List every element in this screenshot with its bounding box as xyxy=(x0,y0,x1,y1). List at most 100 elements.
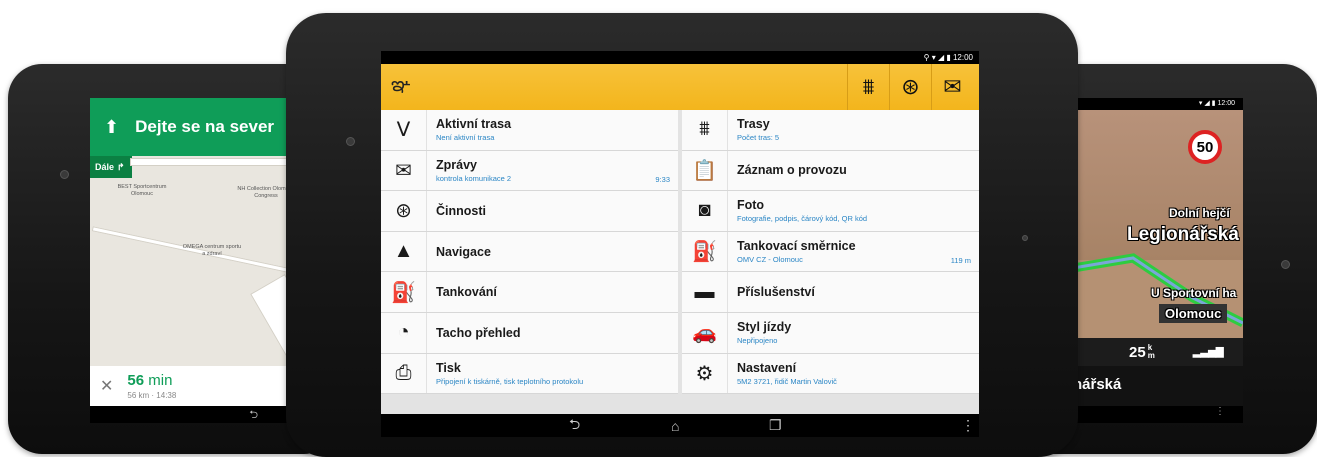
status-bar: ▾ ◢ ▮ 12:00 xyxy=(1073,98,1243,110)
close-icon[interactable]: ✕ xyxy=(100,376,113,396)
navigation-icon: ▲ xyxy=(381,231,427,272)
eta-unit: min xyxy=(148,372,173,389)
right-navigation-screen: ▾ ◢ ▮ 12:00 50 Dolní hejčí Legionářská U… xyxy=(1073,98,1243,423)
current-street: nářská xyxy=(1073,376,1122,393)
current-street-bar: nářská xyxy=(1073,366,1243,406)
turn-right-icon: ↱ xyxy=(117,161,125,172)
menu-item-title: Tacho přehled xyxy=(436,325,521,340)
menu-column-left: ⴸ Aktivní trasa Není aktivní trasa ✉ Zprá… xyxy=(381,110,678,414)
menu-item-photo[interactable]: ◙ Foto Fotografie, podpis, čárový kód, QR… xyxy=(682,191,979,232)
menu-item-meta: 119 m xyxy=(950,256,971,266)
menu-item-title: Nastavení xyxy=(737,360,797,375)
signal-icon: ▂▃▅▇ xyxy=(1192,346,1224,358)
system-nav-bar: ⮌ ⌂ ❐ ⋮ xyxy=(381,414,979,437)
menu-item-active-route[interactable]: ⴸ Aktivní trasa Není aktivní trasa xyxy=(381,110,678,151)
steering-wheel-icon: ⊛ xyxy=(901,74,920,99)
menu-icon[interactable]: ⋮ xyxy=(961,417,975,434)
distance-bar: 25 k m ▂▃▅▇ xyxy=(1073,338,1243,366)
home-icon[interactable]: ⌂ xyxy=(671,418,679,434)
menu-item-subtitle: 5M2 3721, řidič Martin Valovič xyxy=(737,376,837,386)
status-time: 12:00 xyxy=(1217,100,1235,107)
routes-icon: ⩩ xyxy=(862,74,875,99)
routes-action-button[interactable]: ⩩ xyxy=(847,64,889,110)
sensor-icon xyxy=(1022,235,1028,241)
map-poi-label: OMEGA centrum sportu a zdraví xyxy=(182,244,242,257)
next-label: Dále xyxy=(95,162,115,172)
route-icon: ⴸ xyxy=(381,110,427,150)
messages-icon: ✉ xyxy=(381,150,427,191)
distance-value: 25 xyxy=(1129,343,1146,361)
menu-item-title: Aktivní trasa xyxy=(436,117,512,132)
street-label: U Sportovní ha xyxy=(1151,286,1237,300)
speed-limit-sign: 50 xyxy=(1188,130,1222,164)
next-maneuver-chip[interactable]: Dále ↱ xyxy=(90,156,132,178)
menu-item-navigation[interactable]: ▲ Navigace xyxy=(381,231,678,273)
menu-column-right: ⩩ Trasy Počet tras: 5 📋 Záznam o provozu … xyxy=(682,110,979,414)
menu-item-title: Tankovací směrnice xyxy=(737,239,856,254)
menu-item-accessories[interactable]: ▬ Příslušenství xyxy=(682,272,979,313)
status-time: 12:00 xyxy=(952,53,973,62)
menu-item-title: Příslušenství xyxy=(737,285,815,300)
camera-icon: ◙ xyxy=(682,191,728,231)
app-logo-icon[interactable]: ఞ xyxy=(391,74,411,101)
eta-minutes: 56 xyxy=(127,372,145,389)
street-label: Dolní hejčí xyxy=(1169,206,1230,220)
recent-apps-icon[interactable]: ❐ xyxy=(769,417,782,434)
back-icon[interactable]: ⮌ xyxy=(569,414,580,438)
activities-action-button[interactable]: ⊛ xyxy=(889,64,931,110)
routes-icon: ⩩ xyxy=(682,110,728,150)
menu-grid: ⴸ Aktivní trasa Není aktivní trasa ✉ Zprá… xyxy=(381,110,979,414)
back-icon[interactable]: ⮌ xyxy=(249,409,258,421)
menu-item-subtitle: Počet tras: 5 xyxy=(737,133,780,143)
distance-unit-bottom: m xyxy=(1147,351,1155,360)
map-road xyxy=(130,158,298,166)
fuel-nozzle-icon: ⛽ xyxy=(381,272,427,312)
menu-item-subtitle: Fotografie, podpis, čárový kód, QR kód xyxy=(737,214,868,224)
menu-item-title: Trasy xyxy=(737,117,770,132)
status-icons: ⚲ ▾ ◢ ▮ xyxy=(923,53,953,62)
turn-instruction: Dejte se na sever xyxy=(135,117,275,136)
menu-item-routes[interactable]: ⩩ Trasy Počet tras: 5 xyxy=(682,110,979,151)
status-bar: ⚲ ▾ ◢ ▮ 12:00 xyxy=(381,51,979,64)
messages-action-button[interactable]: ✉ xyxy=(931,64,973,110)
turn-instruction-bar[interactable]: ⬆ Dejte se na sever xyxy=(90,98,298,156)
messages-icon: ✉ xyxy=(943,74,962,99)
menu-item-subtitle: Není aktivní trasa xyxy=(436,133,495,143)
arrow-up-icon: ⬆ xyxy=(104,116,120,137)
menu-item-title: Zprávy xyxy=(436,157,477,172)
left-maps-screen: ⬆ Dejte se na sever Dále ↱ BEST Sportcen… xyxy=(90,98,298,423)
fleet-app-screen: ⚲ ▾ ◢ ▮ 12:00 ఞ ⩩ ⊛ ✉ ⴸ Aktivní trasa Nen… xyxy=(381,51,979,437)
eta-details: 56 km · 14:38 xyxy=(127,391,177,400)
status-icons: ▾ ◢ ▮ xyxy=(1198,100,1218,107)
menu-item-subtitle: Nepřipojeno xyxy=(737,336,778,346)
menu-item-meta: 9:33 xyxy=(655,175,670,185)
city-label: Olomouc xyxy=(1159,304,1228,323)
menu-item-title: Záznam o provozu xyxy=(737,163,847,178)
menu-item-title: Foto xyxy=(737,198,765,213)
menu-item-title: Tankování xyxy=(436,285,497,300)
menu-item-tacho[interactable]: ◔ Tacho přehled xyxy=(381,312,678,354)
fuel-station-icon: ⛽ xyxy=(682,231,728,272)
menu-item-subtitle: kontrola komunikace 2 xyxy=(436,173,512,183)
camera-icon xyxy=(346,137,355,146)
menu-icon[interactable]: ⋮ xyxy=(1215,406,1225,417)
menu-item-messages[interactable]: ✉ Zprávy kontrola komunikace 2 9:33 xyxy=(381,150,678,192)
menu-item-driving-style[interactable]: 🚗 Styl jízdy Nepřipojeno xyxy=(682,312,979,354)
street-label-main: Legionářská xyxy=(1127,224,1239,245)
menu-item-print[interactable]: ⎙ Tisk Připojení k tiskárně, tisk teplotn… xyxy=(381,353,678,395)
menu-item-operation-log[interactable]: 📋 Záznam o provozu xyxy=(682,150,979,192)
camera-icon xyxy=(60,170,69,179)
menu-item-title: Navigace xyxy=(436,244,491,259)
menu-item-fuel-directive[interactable]: ⛽ Tankovací směrnice OMV CZ - Olomouc 119… xyxy=(682,231,979,273)
camera-icon xyxy=(1281,260,1290,269)
menu-item-activities[interactable]: ⊛ Činnosti xyxy=(381,191,678,232)
menu-item-refueling[interactable]: ⛽ Tankování xyxy=(381,272,678,313)
menu-item-subtitle: Připojení k tiskárně, tisk teplotního pr… xyxy=(436,376,584,386)
menu-item-title: Činnosti xyxy=(436,203,486,218)
center-tablet: ⚲ ▾ ◢ ▮ 12:00 ఞ ⩩ ⊛ ✉ ⴸ Aktivní trasa Nen… xyxy=(286,13,1078,457)
trailer-icon: ▬ xyxy=(682,272,728,312)
steering-wheel-icon: ⊛ xyxy=(381,191,427,231)
menu-item-title: Tisk xyxy=(436,360,461,375)
tachometer-icon: ◔ xyxy=(381,312,427,353)
menu-item-settings[interactable]: ⚙ Nastavení 5M2 3721, řidič Martin Valovi… xyxy=(682,353,979,395)
